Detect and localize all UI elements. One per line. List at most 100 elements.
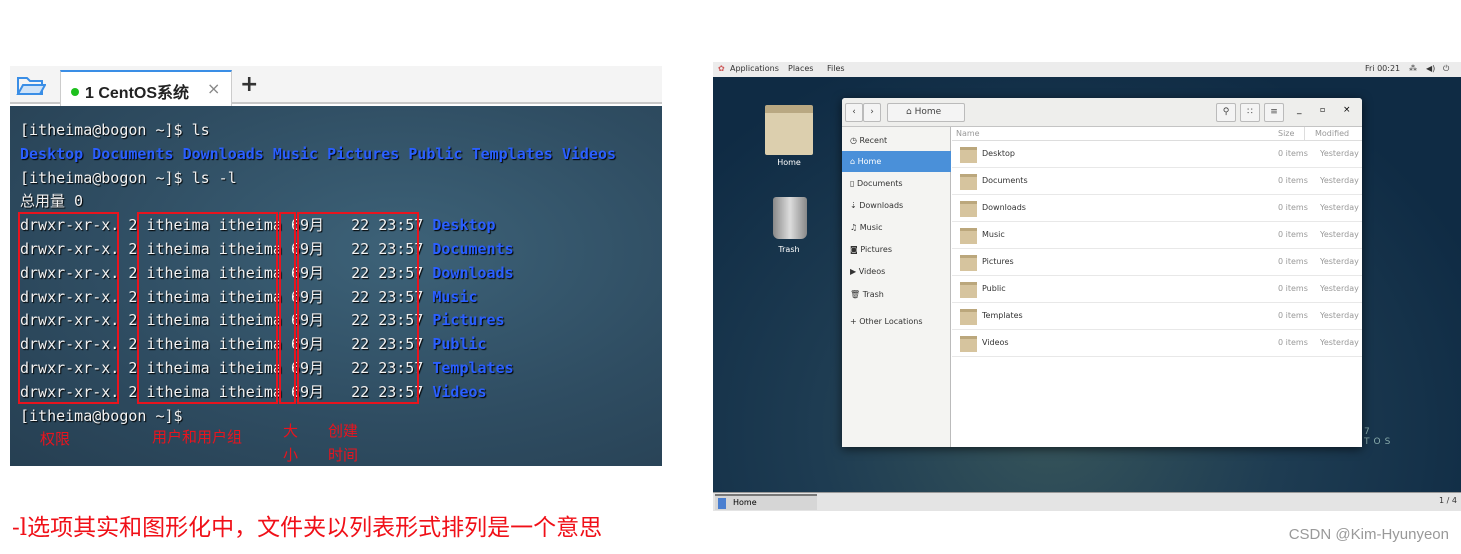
path-home[interactable]: Home [915, 107, 942, 117]
column-header-modified[interactable]: Modified [1304, 127, 1362, 141]
column-header-size[interactable]: Size [1262, 127, 1304, 141]
music-icon: ♫ [850, 223, 860, 232]
download-icon: ⇣ [850, 201, 860, 210]
file-row[interactable]: Desktop 0 items Yesterday [952, 141, 1362, 168]
entry-name: Videos [432, 382, 487, 401]
directory-name: Pictures [327, 144, 400, 163]
applications-menu[interactable]: Applications [730, 64, 779, 73]
folder-icon [960, 336, 977, 352]
terminal-prompt: [itheima@bogon ~]$ [20, 406, 183, 425]
file-row[interactable]: Music 0 items Yesterday [952, 222, 1362, 249]
file-name: Videos [982, 338, 1009, 347]
file-modified: Yesterday [1320, 230, 1359, 239]
volume-icon[interactable]: ◀) [1426, 64, 1435, 73]
annotation-owner: 用户和用户组 [152, 428, 243, 446]
folder-icon [960, 201, 977, 217]
file-modified: Yesterday [1320, 176, 1359, 185]
directory-name: Desktop [20, 144, 84, 163]
search-button[interactable]: ⚲ [1216, 103, 1236, 122]
folder-icon [960, 174, 977, 190]
terminal-output[interactable]: [itheima@bogon ~]$ ls Desktop Documents D… [10, 106, 662, 466]
file-modified: Yesterday [1320, 149, 1359, 158]
sidebar-item-label: Pictures [860, 245, 892, 254]
folder-icon [960, 282, 977, 298]
forward-button[interactable]: › [863, 103, 881, 122]
sidebar-item-recent[interactable]: ◷ Recent [842, 130, 951, 151]
workspace-indicator[interactable]: 1 / 4 [1439, 496, 1457, 505]
minimize-button[interactable]: _ [1297, 105, 1302, 115]
directory-name: Public [408, 144, 463, 163]
entry-name: Pictures [432, 311, 505, 330]
sidebar-item-home[interactable]: ⌂ Home [842, 151, 951, 172]
file-modified: Yesterday [1320, 311, 1359, 320]
entry-name: Desktop [432, 216, 496, 235]
directory-name: Videos [561, 144, 617, 163]
sidebar-item-videos[interactable]: ▶ Videos [842, 261, 951, 282]
file-name: Pictures [982, 257, 1014, 266]
taskbar-window-home[interactable]: Home [715, 494, 817, 510]
sidebar-item-music[interactable]: ♫ Music [842, 217, 951, 238]
file-name: Downloads [982, 203, 1026, 212]
file-modified: Yesterday [1320, 257, 1359, 266]
file-row[interactable]: Templates 0 items Yesterday [952, 303, 1362, 330]
trash-icon: 🗑 [850, 290, 863, 299]
new-tab-button[interactable]: + [240, 72, 258, 97]
path-bar[interactable]: ⌂ Home [887, 103, 965, 122]
list-view-button[interactable]: ≡ [1264, 103, 1284, 122]
file-size: 0 items [1278, 176, 1308, 185]
terminal-window: 1 CentOS系统 × + [itheima@bogon ~]$ ls Desk… [10, 66, 662, 466]
home-icon: ⌂ [906, 107, 915, 117]
home-folder-icon[interactable] [765, 105, 813, 155]
entry-name: Documents [432, 240, 514, 258]
grid-view-button[interactable]: ∷ [1240, 103, 1260, 122]
network-icon[interactable]: ⁂ [1409, 64, 1417, 73]
file-row[interactable]: Videos 0 items Yesterday [952, 330, 1362, 357]
annotation-time_2: 时间 [328, 446, 359, 464]
tab-label: 1 CentOS系统 [85, 85, 190, 102]
annotation-size_1: 大 [283, 422, 299, 440]
power-icon[interactable]: ⏻ [1443, 64, 1449, 74]
sidebar-item-downloads[interactable]: ⇣ Downloads [842, 195, 951, 216]
trash-icon[interactable] [773, 197, 807, 239]
document-icon: ▯ [850, 179, 857, 188]
sidebar-item-label: Music [859, 223, 883, 232]
back-button[interactable]: ‹ [845, 103, 863, 122]
entry-name: Downloads [432, 263, 514, 282]
file-row[interactable]: Public 0 items Yesterday [952, 276, 1362, 303]
file-list: Name Size Modified Desktop 0 items Yesterd… [952, 127, 1362, 447]
gnome-logo-icon: ✿ [718, 64, 725, 73]
sidebar-item-label: Documents [856, 179, 903, 188]
gnome-desktop-screenshot: ✿ Applications Places Files Fri 00:21 ⁂ … [713, 62, 1461, 511]
sidebar-item-pictures[interactable]: ◙ Pictures [842, 239, 951, 260]
close-button[interactable]: × [1343, 105, 1351, 115]
sidebar-item-trash[interactable]: 🗑 Trash [842, 284, 951, 305]
folder-icon [960, 309, 977, 325]
folder-icon[interactable] [16, 74, 46, 96]
places-menu[interactable]: Places [788, 64, 813, 73]
file-size: 0 items [1278, 149, 1308, 158]
file-row[interactable]: Pictures 0 items Yesterday [952, 249, 1362, 276]
entry-name: Public [432, 335, 487, 354]
annotation-perm: 权限 [40, 430, 71, 448]
sidebar-item-label: Downloads [859, 201, 904, 210]
terminal-line: 总用量 0 [20, 192, 84, 211]
sidebar-item-other-locations[interactable]: + Other Locations [842, 311, 951, 332]
ls-output-line: Desktop Documents Downloads Music Pictur… [20, 144, 625, 164]
sidebar: ◷ Recent ⌂ Home ▯ Documents ⇣ Downloads ♫ Mu… [842, 127, 951, 447]
file-row[interactable]: Downloads 0 items Yesterday [952, 195, 1362, 222]
files-menu[interactable]: Files [827, 64, 845, 73]
close-tab-icon[interactable]: × [207, 79, 220, 98]
camera-icon: ◙ [850, 245, 861, 254]
tab-centos[interactable]: 1 CentOS系统 × [60, 70, 232, 106]
column-header-name[interactable]: Name [952, 127, 1262, 141]
file-row[interactable]: Documents 0 items Yesterday [952, 168, 1362, 195]
file-size: 0 items [1278, 257, 1308, 266]
watermark: CSDN @Kim-Hyunyeon [1288, 526, 1449, 543]
files-app-icon [718, 498, 726, 509]
sidebar-item-documents[interactable]: ▯ Documents [842, 173, 951, 194]
maximize-button[interactable]: ▫ [1320, 105, 1325, 114]
file-name: Desktop [982, 149, 1015, 158]
file-modified: Yesterday [1320, 203, 1359, 212]
clock[interactable]: Fri 00:21 [1365, 64, 1400, 73]
file-size: 0 items [1278, 338, 1308, 347]
